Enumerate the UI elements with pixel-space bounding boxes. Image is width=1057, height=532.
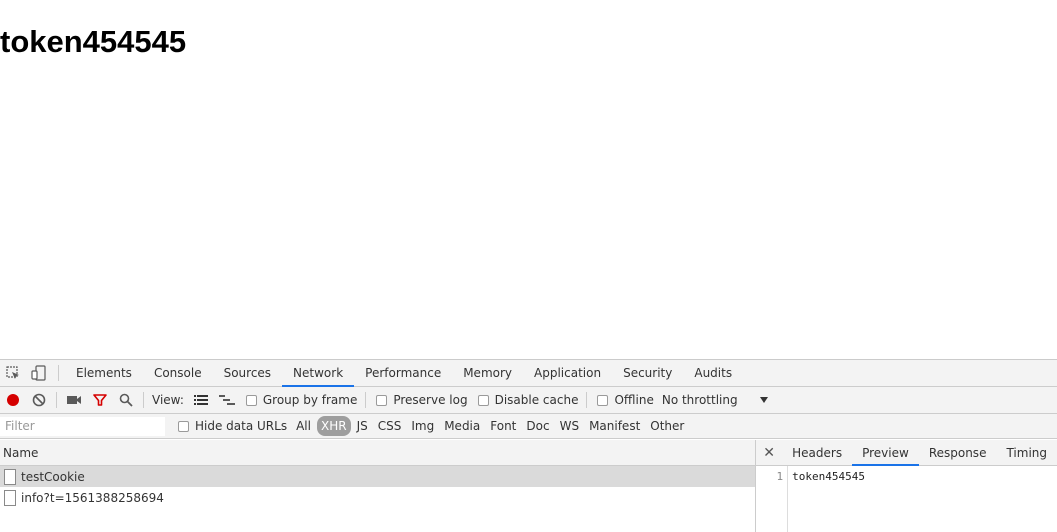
type-filter-xhr[interactable]: XHR — [316, 416, 351, 436]
preserve-log-toggle[interactable]: Preserve log — [370, 393, 471, 407]
view-label: View: — [152, 393, 184, 407]
preview-content: 1 token454545 — [756, 466, 1057, 532]
close-icon[interactable]: ✕ — [756, 440, 782, 465]
name-column-header[interactable]: Name — [0, 440, 756, 466]
hide-data-urls-checkbox[interactable] — [178, 420, 189, 432]
response-text: token454545 — [792, 470, 865, 483]
record-button[interactable] — [0, 387, 26, 413]
tab-audits[interactable]: Audits — [683, 360, 743, 386]
tab-sources[interactable]: Sources — [213, 360, 282, 386]
tab-headers[interactable]: Headers — [782, 440, 852, 465]
preserve-log-label: Preserve log — [393, 393, 468, 407]
tabbar-divider — [58, 365, 59, 381]
inspect-element-icon[interactable] — [0, 360, 26, 386]
request-name: info?t=1561388258694 — [21, 490, 164, 505]
network-panes: Name testCookie info?t=1561388258694 ✕ H… — [0, 440, 1057, 532]
file-icon — [4, 489, 16, 506]
devtools-panel: Elements Console Sources Network Perform… — [0, 359, 1057, 532]
offline-checkbox[interactable] — [597, 394, 609, 406]
offline-toggle[interactable]: Offline — [591, 393, 657, 407]
file-icon — [4, 468, 16, 485]
filter-bar: Hide data URLs All XHR JS CSS Img Media … — [0, 414, 1057, 439]
disable-cache-toggle[interactable]: Disable cache — [472, 393, 583, 407]
hide-data-urls-toggle[interactable]: Hide data URLs — [171, 419, 291, 433]
toolbar-divider — [56, 392, 57, 408]
group-by-frame-label: Group by frame — [262, 393, 358, 407]
preserve-log-checkbox[interactable] — [376, 394, 388, 406]
tab-security[interactable]: Security — [612, 360, 683, 386]
type-filter-img[interactable]: Img — [407, 417, 438, 435]
hide-data-urls-label: Hide data URLs — [195, 419, 288, 433]
page-heading: token454545 — [0, 24, 187, 59]
waterfall-icon — [218, 395, 235, 405]
disable-cache-checkbox[interactable] — [477, 394, 489, 406]
chevron-down-icon — [759, 397, 768, 403]
type-filter-all[interactable]: All — [292, 417, 315, 435]
tab-performance[interactable]: Performance — [354, 360, 452, 386]
toolbar-divider — [586, 392, 588, 408]
line-number: 1 — [756, 466, 789, 532]
request-detail: ✕ Headers Preview Response Timing 1 toke… — [756, 440, 1057, 532]
request-list: Name testCookie info?t=1561388258694 — [0, 440, 757, 532]
tab-application[interactable]: Application — [523, 360, 612, 386]
list-view-icon — [193, 395, 208, 405]
tab-timing[interactable]: Timing — [996, 440, 1057, 465]
network-toolbar: View: Group by frame Preserve log Disabl… — [0, 387, 1057, 414]
request-row[interactable]: testCookie — [0, 466, 756, 487]
type-filter-ws[interactable]: WS — [556, 417, 583, 435]
request-name: testCookie — [21, 469, 85, 484]
tab-response[interactable]: Response — [919, 440, 997, 465]
toolbar-divider — [365, 392, 367, 408]
type-filter-other[interactable]: Other — [646, 417, 688, 435]
throttling-select[interactable]: No throttling — [662, 393, 768, 407]
request-row[interactable]: info?t=1561388258694 — [0, 487, 755, 508]
clear-icon — [32, 393, 46, 407]
group-by-frame-checkbox[interactable] — [245, 394, 257, 406]
toolbar-divider — [143, 392, 144, 408]
search-button[interactable] — [113, 387, 139, 413]
detail-tabbar: ✕ Headers Preview Response Timing — [756, 440, 1057, 466]
tab-console[interactable]: Console — [143, 360, 213, 386]
type-filter-font[interactable]: Font — [486, 417, 520, 435]
tab-memory[interactable]: Memory — [452, 360, 523, 386]
type-filter-media[interactable]: Media — [440, 417, 484, 435]
screenshots-button[interactable] — [61, 387, 87, 413]
type-filter-manifest[interactable]: Manifest — [585, 417, 644, 435]
filter-toggle-button[interactable] — [87, 387, 113, 413]
record-icon — [7, 394, 19, 406]
throttling-value: No throttling — [661, 393, 738, 407]
clear-button[interactable] — [26, 387, 52, 413]
offline-label: Offline — [614, 393, 654, 407]
disable-cache-label: Disable cache — [494, 393, 579, 407]
overview-button[interactable] — [214, 387, 240, 413]
type-filter-css[interactable]: CSS — [374, 417, 406, 435]
filter-icon — [93, 394, 107, 406]
video-camera-icon — [67, 396, 81, 404]
tab-network[interactable]: Network — [282, 360, 355, 387]
device-toolbar-icon[interactable] — [26, 360, 52, 386]
type-filter-doc[interactable]: Doc — [522, 417, 553, 435]
large-rows-button[interactable] — [188, 387, 214, 413]
tab-preview[interactable]: Preview — [852, 440, 919, 466]
group-by-frame-toggle[interactable]: Group by frame — [240, 393, 361, 407]
devtools-tabbar: Elements Console Sources Network Perform… — [0, 360, 1057, 387]
type-filter-js[interactable]: JS — [353, 417, 372, 435]
search-icon — [119, 393, 133, 407]
filter-input[interactable] — [0, 416, 165, 436]
tab-elements[interactable]: Elements — [65, 360, 143, 386]
